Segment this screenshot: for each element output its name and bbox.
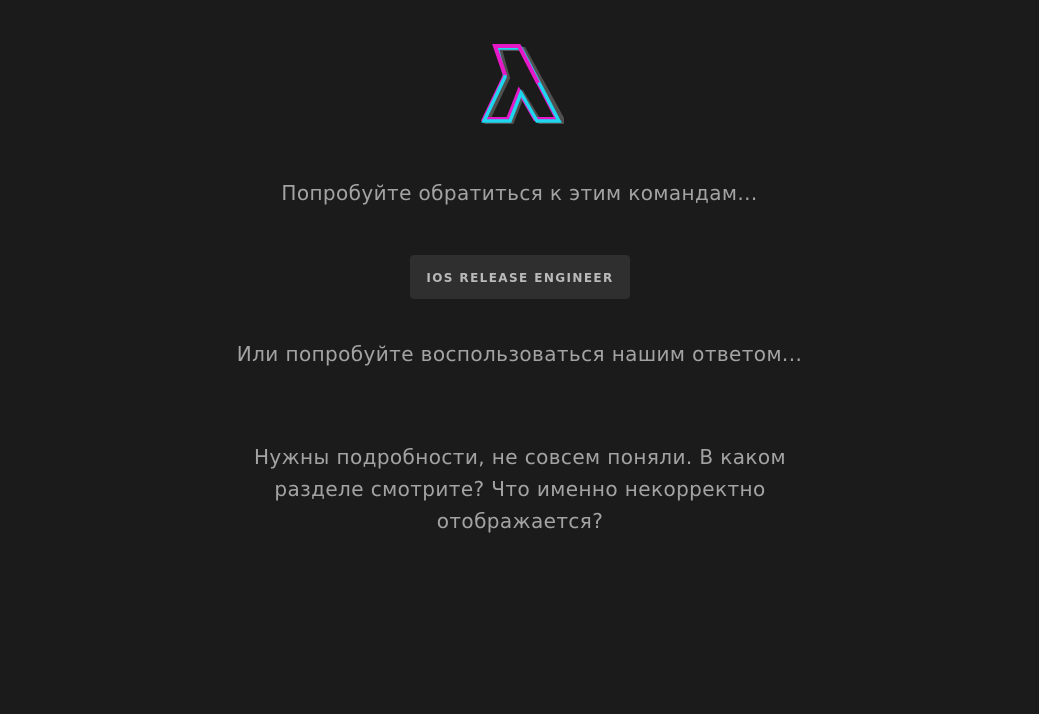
answer-prompt: Или попробуйте воспользоваться нашим отв… [236,342,803,366]
teams-prompt: Попробуйте обратиться к этим командам... [281,181,758,205]
team-ios-release-engineer-button[interactable]: IOS RELEASE ENGINEER [410,255,630,299]
no-results-page: { "logo": { "icon": "lambda-logo-icon", … [0,0,1039,714]
lambda-logo-icon [478,43,568,127]
answer-text: Нужны подробности, не совсем поняли. В к… [253,445,787,533]
